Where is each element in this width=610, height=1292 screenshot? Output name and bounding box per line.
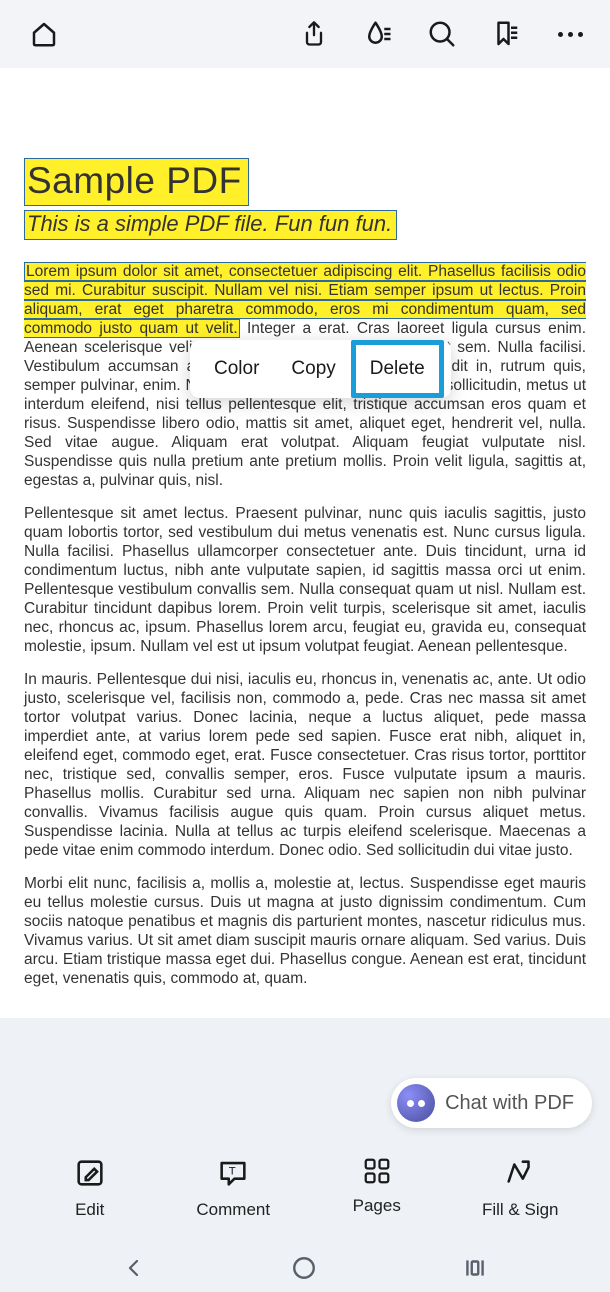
chat-with-pdf-button[interactable]: Chat with PDF [391, 1078, 592, 1128]
svg-text:T: T [229, 1165, 236, 1177]
system-nav-bar [0, 1248, 610, 1292]
edit-icon [73, 1156, 107, 1190]
fill-sign-button[interactable]: Fill & Sign [455, 1156, 585, 1220]
sys-recent-button[interactable] [462, 1255, 488, 1286]
fill-sign-label: Fill & Sign [482, 1200, 559, 1220]
sys-home-button[interactable] [291, 1255, 317, 1286]
more-icon [558, 32, 583, 37]
document-title[interactable]: Sample PDF [24, 158, 249, 206]
top-toolbar [0, 0, 610, 68]
chat-label: Chat with PDF [445, 1092, 574, 1115]
highlight-context-menu: Color Copy Delete [190, 340, 451, 398]
document-page[interactable]: Sample PDF This is a simple PDF file. Fu… [0, 68, 610, 1018]
edit-button[interactable]: Edit [25, 1156, 155, 1220]
search-icon [427, 19, 457, 49]
search-button[interactable] [418, 6, 466, 62]
fill-sign-icon [503, 1156, 537, 1190]
paragraph-4[interactable]: Morbi elit nunc, facilisis a, mollis a, … [24, 874, 586, 988]
comment-label: Comment [196, 1200, 270, 1220]
sys-back-button[interactable] [122, 1256, 146, 1285]
circle-icon [291, 1255, 317, 1281]
home-icon [29, 19, 59, 49]
bookmark-icon [491, 19, 521, 49]
home-button[interactable] [16, 6, 72, 62]
pages-label: Pages [353, 1196, 401, 1216]
ink-button[interactable] [354, 6, 402, 62]
comment-icon: T [216, 1156, 250, 1190]
menu-delete[interactable]: Delete [351, 340, 444, 398]
menu-color[interactable]: Color [198, 340, 275, 398]
menu-copy[interactable]: Copy [275, 340, 351, 398]
bottom-panel: Chat with PDF Edit T Comment Pages [0, 1018, 610, 1248]
ink-icon [363, 19, 393, 49]
share-button[interactable] [290, 6, 338, 62]
pages-button[interactable]: Pages [312, 1156, 442, 1220]
share-icon [300, 20, 328, 48]
paragraph-3[interactable]: In mauris. Pellentesque dui nisi, iaculi… [24, 670, 586, 860]
bookmark-button[interactable] [482, 6, 530, 62]
pages-icon [362, 1156, 392, 1186]
action-row: Edit T Comment Pages Fill & Sign [0, 1156, 610, 1220]
paragraph-2[interactable]: Pellentesque sit amet lectus. Praesent p… [24, 504, 586, 656]
document-subtitle[interactable]: This is a simple PDF file. Fun fun fun. [24, 210, 397, 240]
more-button[interactable] [546, 6, 594, 62]
comment-button[interactable]: T Comment [168, 1156, 298, 1220]
chevron-left-icon [122, 1256, 146, 1280]
recent-apps-icon [462, 1255, 488, 1281]
edit-label: Edit [75, 1200, 104, 1220]
ai-icon [397, 1084, 435, 1122]
